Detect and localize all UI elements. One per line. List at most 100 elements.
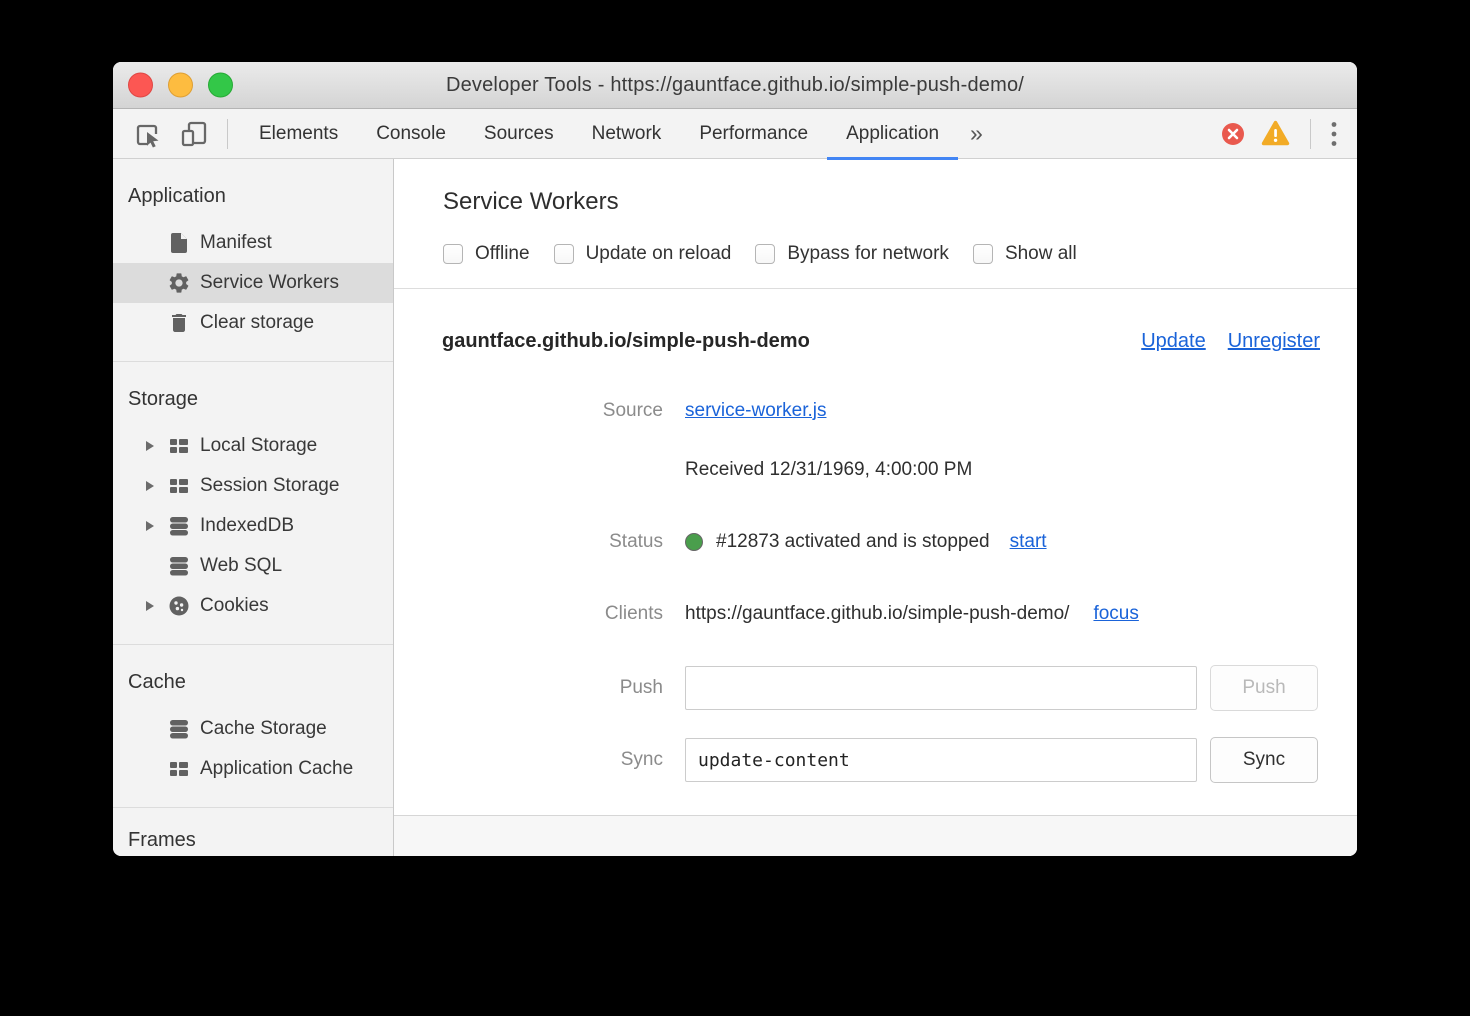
received-timestamp: Received 12/31/1969, 4:00:00 PM: [685, 459, 972, 481]
service-worker-registration: gauntface.github.io/simple-push-demo Upd…: [394, 289, 1357, 816]
source-label: Source: [442, 400, 663, 422]
inspect-icon[interactable]: [131, 109, 165, 159]
checkbox-box[interactable]: [973, 244, 993, 264]
title-bar: Developer Tools - https://gauntface.gith…: [113, 62, 1357, 109]
focus-link[interactable]: focus: [1093, 603, 1138, 625]
traffic-lights: [128, 73, 233, 98]
show-all-checkbox[interactable]: Show all: [973, 243, 1077, 265]
chevron-right-icon[interactable]: [143, 480, 156, 493]
sidebar-item-local-storage[interactable]: Local Storage: [113, 426, 393, 466]
application-sidebar: Application Manifest: [113, 159, 394, 856]
page-title: Service Workers: [443, 187, 1357, 217]
unregister-link[interactable]: Unregister: [1228, 330, 1320, 353]
kebab-menu-icon[interactable]: [1331, 121, 1337, 147]
push-button[interactable]: Push: [1210, 665, 1318, 711]
sidebar-section-application: Application Manifest: [113, 159, 393, 362]
toolbar-right: [1221, 119, 1357, 149]
sidebar-item-label: Manifest: [200, 232, 272, 254]
database-icon: [167, 717, 191, 741]
clients-row: Clients https://gauntface.github.io/simp…: [442, 592, 1320, 636]
error-badge-icon[interactable]: [1221, 122, 1245, 146]
devtools-content: Application Manifest: [113, 159, 1357, 856]
sidebar-item-web-sql[interactable]: Web SQL: [113, 546, 393, 586]
source-row: Source service-worker.js: [442, 389, 1320, 433]
more-tabs-button[interactable]: »: [958, 109, 995, 159]
chevron-right-icon[interactable]: [143, 520, 156, 533]
tab-elements[interactable]: Elements: [240, 109, 357, 159]
service-worker-options: Offline Update on reload Bypass for netw…: [443, 241, 1357, 267]
file-icon: [167, 231, 191, 255]
table-icon: [167, 757, 191, 781]
sync-input[interactable]: [685, 738, 1197, 782]
tab-application[interactable]: Application: [827, 109, 958, 159]
toolbar-divider: [1310, 119, 1311, 149]
checkbox-box[interactable]: [443, 244, 463, 264]
window-title: Developer Tools - https://gauntface.gith…: [446, 74, 1024, 97]
sidebar-item-clear-storage[interactable]: Clear storage: [113, 303, 393, 343]
sidebar-item-indexeddb[interactable]: IndexedDB: [113, 506, 393, 546]
sidebar-item-label: Cookies: [200, 595, 269, 617]
sidebar-section-title: Cache: [113, 662, 393, 702]
sidebar-section-cache: Cache Cache Storage: [113, 645, 393, 808]
tab-network[interactable]: Network: [573, 109, 681, 159]
device-toolbar-icon[interactable]: [177, 109, 211, 159]
zoom-window-button[interactable]: [208, 73, 233, 98]
sidebar-section-storage: Storage Local Storage: [113, 362, 393, 645]
registration-actions: Update Unregister: [1141, 330, 1320, 353]
table-icon: [167, 474, 191, 498]
sidebar-item-label: Application Cache: [200, 758, 353, 780]
sidebar-item-application-cache[interactable]: Application Cache: [113, 749, 393, 789]
tab-sources[interactable]: Sources: [465, 109, 573, 159]
bypass-for-network-checkbox[interactable]: Bypass for network: [755, 243, 949, 265]
database-icon: [167, 514, 191, 538]
chevron-right-icon[interactable]: [143, 600, 156, 613]
start-link[interactable]: start: [1010, 531, 1047, 553]
sidebar-item-cookies[interactable]: Cookies: [113, 586, 393, 626]
registration-header: gauntface.github.io/simple-push-demo Upd…: [442, 319, 1320, 363]
warning-icon[interactable]: [1261, 120, 1290, 147]
checkbox-box[interactable]: [554, 244, 574, 264]
checkbox-label: Show all: [1005, 243, 1077, 265]
client-url: https://gauntface.github.io/simple-push-…: [685, 603, 1069, 625]
push-input[interactable]: [685, 666, 1197, 710]
sidebar-item-label: IndexedDB: [200, 515, 294, 537]
push-row: Push Push: [442, 665, 1320, 711]
tab-console[interactable]: Console: [357, 109, 465, 159]
update-link[interactable]: Update: [1141, 330, 1206, 353]
toolbar-divider: [227, 119, 228, 149]
update-on-reload-checkbox[interactable]: Update on reload: [554, 243, 732, 265]
sidebar-item-manifest[interactable]: Manifest: [113, 223, 393, 263]
sync-button[interactable]: Sync: [1210, 737, 1318, 783]
sync-label: Sync: [442, 749, 663, 771]
tab-performance[interactable]: Performance: [680, 109, 827, 159]
devtools-toolbar: Elements Console Sources Network Perform…: [113, 109, 1357, 159]
database-icon: [167, 554, 191, 578]
source-file-link[interactable]: service-worker.js: [685, 400, 826, 422]
offline-checkbox[interactable]: Offline: [443, 243, 530, 265]
table-icon: [167, 434, 191, 458]
panel-empty-area: [394, 816, 1357, 856]
sidebar-item-label: Session Storage: [200, 475, 339, 497]
trash-icon: [167, 311, 191, 335]
devtools-window: Developer Tools - https://gauntface.gith…: [113, 62, 1357, 856]
sidebar-section-title: Storage: [113, 379, 393, 419]
sidebar-item-cache-storage[interactable]: Cache Storage: [113, 709, 393, 749]
sidebar-section-title: Application: [113, 176, 393, 216]
gear-icon: [167, 271, 191, 295]
checkbox-label: Bypass for network: [787, 243, 949, 265]
push-label: Push: [442, 677, 663, 699]
status-text: #12873 activated and is stopped: [716, 531, 990, 553]
minimize-window-button[interactable]: [168, 73, 193, 98]
checkbox-box[interactable]: [755, 244, 775, 264]
service-workers-panel: Service Workers Offline Update on reload…: [394, 159, 1357, 856]
sidebar-section-frames: Frames: [113, 808, 393, 856]
chevron-right-icon[interactable]: [143, 440, 156, 453]
sidebar-item-session-storage[interactable]: Session Storage: [113, 466, 393, 506]
sidebar-item-label: Clear storage: [200, 312, 314, 334]
sidebar-item-service-workers[interactable]: Service Workers: [113, 263, 393, 303]
registration-origin: gauntface.github.io/simple-push-demo: [442, 330, 810, 353]
close-window-button[interactable]: [128, 73, 153, 98]
received-row: Received 12/31/1969, 4:00:00 PM: [442, 448, 1320, 492]
panel-header: Service Workers Offline Update on reload…: [394, 159, 1357, 289]
sidebar-item-label: Web SQL: [200, 555, 282, 577]
